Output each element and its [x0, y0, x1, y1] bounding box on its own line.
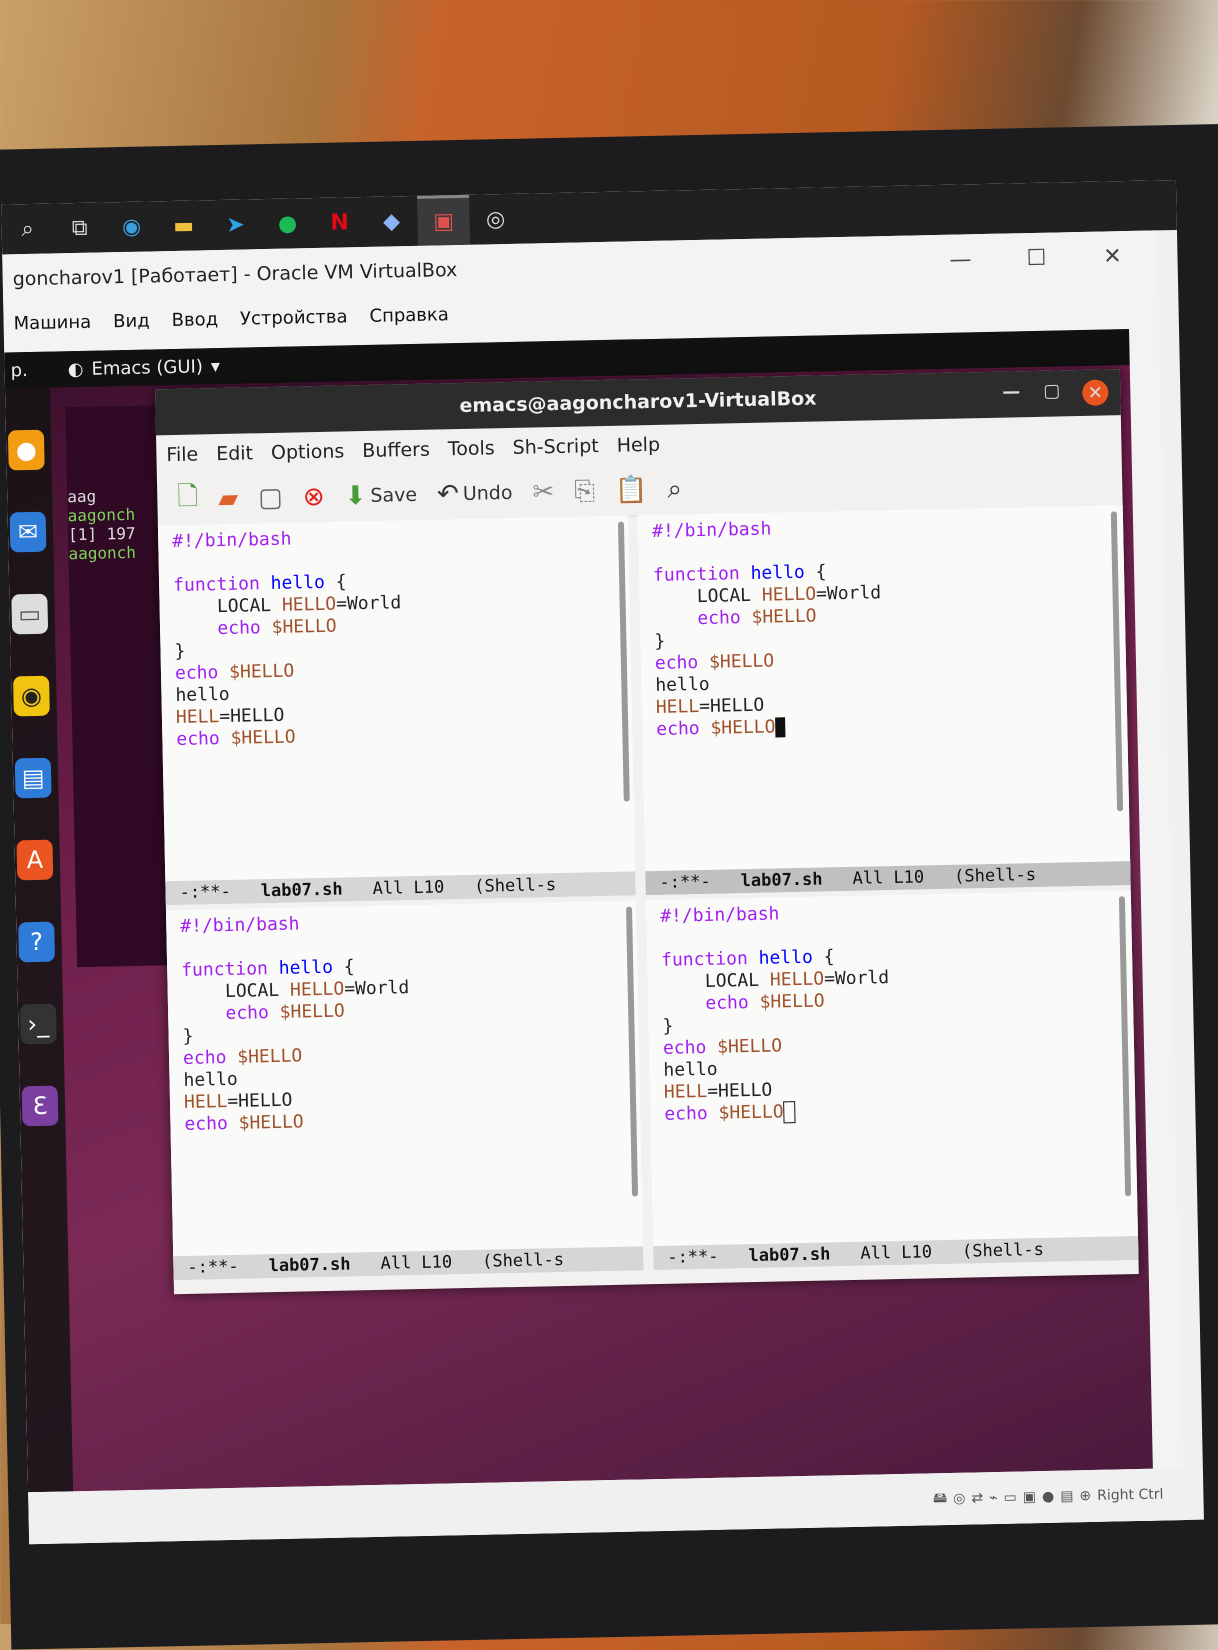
undo-button[interactable]: ↶ Undo: [436, 478, 513, 510]
emacs-small-icon: ◐: [67, 358, 84, 380]
menu-view[interactable]: Вид: [113, 310, 150, 332]
shared-folder-icon[interactable]: ▭: [1003, 1490, 1017, 1506]
text-cursor: [783, 1101, 796, 1124]
app-menu-label: Emacs (GUI): [91, 355, 204, 380]
obs-icon[interactable]: ◎: [469, 194, 522, 245]
app-menu[interactable]: ◐ Emacs (GUI) ▾: [68, 356, 221, 380]
search-icon[interactable]: ⌕: [1, 203, 54, 254]
menu-help[interactable]: Справка: [369, 304, 449, 327]
optical-icon[interactable]: ◎: [953, 1491, 966, 1507]
software-icon[interactable]: A: [16, 839, 54, 881]
undo-label: Undo: [462, 481, 513, 505]
text-cursor: [775, 717, 786, 738]
emacs-icon[interactable]: ℇ: [21, 1085, 59, 1127]
search-button[interactable]: ⌕: [667, 474, 682, 505]
scissors-icon: ✂: [532, 477, 555, 508]
save-label: Save: [370, 483, 418, 507]
cut-button[interactable]: ✂: [532, 477, 554, 507]
rhythmbox-icon[interactable]: ◉: [13, 675, 50, 717]
emacs-window-grid: #!/bin/bash function hello { LOCAL HELLO…: [157, 505, 1139, 1285]
explorer-icon[interactable]: ▬: [157, 200, 210, 251]
cpu-icon[interactable]: ▤: [1060, 1488, 1074, 1504]
virtualbox-icon[interactable]: ◆: [365, 196, 418, 247]
emacs-window: emacs@aagoncharov1-VirtualBox — ▢ ✕ File…: [155, 369, 1139, 1295]
editor-pane-bottom-right[interactable]: #!/bin/bash function hello { LOCAL HELLO…: [645, 890, 1139, 1271]
maximize-icon[interactable]: ☐: [1001, 245, 1072, 271]
thunderbird-icon[interactable]: ✉: [9, 511, 47, 553]
menu-options[interactable]: Options: [271, 440, 345, 464]
usb-icon[interactable]: ⌁: [989, 1490, 998, 1506]
open-file-button[interactable]: ▰: [218, 484, 239, 514]
code-area[interactable]: #!/bin/bash function hello { LOCAL HELLO…: [158, 516, 633, 752]
edge-icon[interactable]: ◉: [105, 201, 158, 252]
network-icon[interactable]: ⇄: [971, 1490, 983, 1506]
ubuntu-dock: ● ✉ ▭ ◉ ▤ A ? ›_ ℇ: [5, 387, 74, 1493]
help-icon[interactable]: ?: [18, 921, 56, 963]
activities-button[interactable]: p.: [10, 360, 28, 381]
paste-icon: 📋: [614, 475, 648, 506]
code-area[interactable]: #!/bin/bash function hello { LOCAL HELLO…: [166, 900, 641, 1136]
maximize-icon[interactable]: ▢: [1043, 380, 1060, 401]
editor-pane-bottom-left[interactable]: #!/bin/bash function hello { LOCAL HELLO…: [165, 900, 644, 1281]
display-icon[interactable]: ▣: [1023, 1489, 1037, 1505]
menu-tools[interactable]: Tools: [448, 437, 495, 460]
new-file-button[interactable]: 🗋: [177, 478, 199, 522]
search-icon: ⌕: [667, 473, 683, 505]
hdd-icon[interactable]: 🖴: [933, 1487, 948, 1511]
save-button[interactable]: ⬇ Save: [344, 480, 418, 512]
menu-file[interactable]: File: [166, 443, 198, 466]
spotify-icon[interactable]: ●: [261, 198, 314, 249]
close-icon[interactable]: ✕: [1077, 243, 1148, 269]
menu-buffers[interactable]: Buffers: [362, 439, 430, 462]
code-area[interactable]: #!/bin/bash function hello { LOCAL HELLO…: [638, 505, 1128, 741]
menu-edit[interactable]: Edit: [216, 442, 253, 465]
copy-button[interactable]: ⎘: [574, 476, 595, 507]
folder-icon: ▰: [217, 483, 239, 515]
firefox-icon[interactable]: ●: [7, 429, 45, 471]
menu-machine[interactable]: Машина: [13, 311, 91, 334]
terminal-icon[interactable]: ›_: [19, 1003, 57, 1045]
mode-line: -:**- lab07.sh All L10 (Shell-s: [173, 1246, 644, 1281]
guest-display: p. ◐ Emacs (GUI) ▾ ● ✉ ▭ ◉ ▤ A ? ›_ ℇ aa…: [4, 328, 1153, 1493]
editor-pane-top-right[interactable]: #!/bin/bash function hello { LOCAL HELLO…: [637, 505, 1131, 896]
dired-button[interactable]: ▢: [258, 483, 283, 514]
save-icon: ⬇: [344, 480, 367, 512]
netflix-icon[interactable]: N: [313, 197, 366, 248]
window-title: goncharov1 [Работает] - Oracle VM Virtua…: [12, 259, 458, 291]
new-file-icon: 🗋: [176, 481, 199, 512]
mouse-integration-icon[interactable]: ⊕: [1079, 1488, 1091, 1504]
paste-button[interactable]: 📋: [615, 475, 648, 506]
chevron-down-icon: ▾: [210, 355, 221, 377]
copy-icon: ⎘: [573, 475, 596, 507]
kill-buffer-button[interactable]: ⊗: [303, 482, 325, 512]
emacs-title: emacs@aagoncharov1-VirtualBox: [459, 387, 817, 418]
window-icon: ▢: [257, 482, 284, 514]
close-icon[interactable]: ✕: [1082, 379, 1109, 406]
minimize-icon[interactable]: —: [1002, 381, 1020, 402]
host-key-label: Right Ctrl: [1097, 1486, 1164, 1504]
undo-icon: ↶: [436, 479, 460, 510]
minimize-icon[interactable]: —: [925, 246, 996, 272]
mode-line: -:**- lab07.sh All L10 (Shell-s: [165, 871, 636, 906]
host-screen: ⌕ ⧉ ◉ ▬ ➤ ● N ◆ ▣ ◎ goncharov1 [Работает…: [1, 179, 1204, 1545]
close-circle-icon: ⊗: [302, 481, 325, 513]
menu-devices[interactable]: Устройства: [240, 306, 348, 329]
menu-sh-script[interactable]: Sh-Script: [512, 435, 599, 459]
menu-input[interactable]: Ввод: [171, 309, 218, 331]
virtualbox-window: goncharov1 [Работает] - Oracle VM Virtua…: [2, 230, 1184, 1545]
files-icon[interactable]: ▭: [11, 593, 49, 635]
app-icon[interactable]: ▣: [417, 194, 471, 246]
telegram-icon[interactable]: ➤: [209, 199, 262, 250]
mode-line: -:**- lab07.sh All L10 (Shell-s: [645, 861, 1131, 896]
editor-pane-top-left[interactable]: #!/bin/bash function hello { LOCAL HELLO…: [157, 515, 636, 906]
mode-line: -:**- lab07.sh All L10 (Shell-s: [653, 1235, 1139, 1271]
task-view-icon[interactable]: ⧉: [53, 202, 106, 253]
monitor-bezel: ⌕ ⧉ ◉ ▬ ➤ ● N ◆ ▣ ◎ goncharov1 [Работает…: [0, 123, 1218, 1650]
recording-icon[interactable]: ●: [1042, 1489, 1055, 1505]
writer-icon[interactable]: ▤: [14, 757, 52, 799]
menu-help[interactable]: Help: [616, 434, 660, 457]
code-area[interactable]: #!/bin/bash function hello { LOCAL HELLO…: [646, 890, 1136, 1126]
